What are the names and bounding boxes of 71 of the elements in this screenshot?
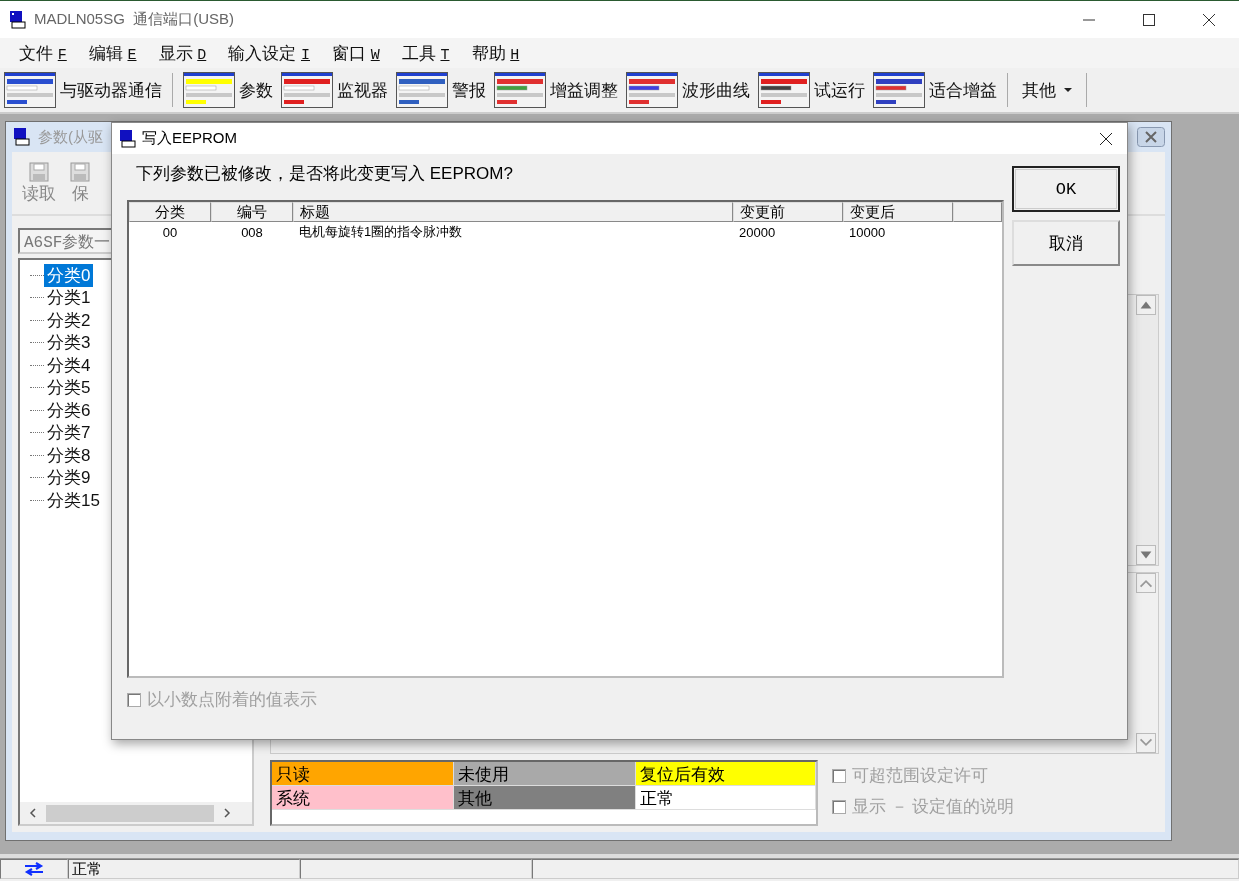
menu-item[interactable]: 帮助 H	[460, 39, 531, 67]
screen-thumbnail-icon	[873, 72, 925, 108]
vertical-scrollbar[interactable]	[1136, 295, 1158, 565]
tree-item[interactable]: 分类3	[44, 331, 94, 355]
menu-item[interactable]: 窗口 W	[321, 39, 391, 67]
column-header[interactable]: 变更后	[843, 202, 953, 222]
column-header[interactable]: 编号	[211, 202, 293, 222]
toolbar-button[interactable]: 监视器	[277, 70, 392, 110]
legend-cell: 正常	[636, 786, 816, 810]
tree-item[interactable]: 分类0	[44, 263, 94, 287]
scroll-up-icon[interactable]	[1136, 295, 1156, 315]
table-cell-text: 00	[161, 224, 179, 240]
table-cell-text: 20000	[738, 224, 777, 240]
toolbar-button[interactable]: 参数	[179, 70, 277, 110]
caret-icon	[1064, 88, 1072, 92]
screen-thumbnail-icon	[281, 72, 333, 108]
toolbar-button[interactable]: 试运行	[754, 70, 869, 110]
window-title: MADLN05SG 通信端口(USB)	[34, 10, 235, 29]
column-header[interactable]: 分类	[129, 202, 211, 222]
menu-item[interactable]: 编辑 E	[77, 39, 148, 67]
menu-item[interactable]: 输入设定 I	[217, 39, 321, 67]
column-header[interactable]	[953, 202, 1002, 222]
screen-thumbnail-icon	[183, 72, 235, 108]
screen-thumbnail-icon	[494, 72, 546, 108]
scroll-up-icon[interactable]	[1136, 573, 1156, 593]
column-header[interactable]: 变更前	[733, 202, 843, 222]
screen-thumbnail-icon	[758, 72, 810, 108]
scrollbar-thumb[interactable]	[46, 804, 214, 822]
tree-item[interactable]: 分类2	[44, 308, 94, 332]
tree-item[interactable]: 分类5	[44, 376, 94, 400]
tree-item[interactable]: 分类1	[44, 286, 94, 310]
ok-button[interactable]: OK	[1012, 166, 1120, 212]
legend-cell: 未使用	[454, 762, 636, 786]
close-icon[interactable]	[1137, 127, 1165, 147]
menu-item[interactable]: 显示 D	[147, 39, 218, 67]
toolbar-button[interactable]: 增益调整	[490, 70, 622, 110]
app-icon	[8, 9, 28, 30]
screen-thumbnail-icon	[4, 72, 56, 108]
toolbar-button[interactable]: 适合增益	[869, 70, 1001, 110]
more-dropdown-button[interactable]: 其他	[1014, 76, 1080, 104]
child-window-title: 参数(从驱	[38, 127, 103, 147]
app-icon	[12, 127, 32, 147]
tree-item[interactable]: 分类7	[44, 421, 94, 445]
legend-cell: 其他	[454, 786, 636, 810]
tree-item[interactable]: 分类15	[44, 488, 103, 512]
tree-item[interactable]: 分类8	[44, 443, 94, 467]
tree-item[interactable]: 分类4	[44, 353, 94, 377]
menu-item[interactable]: 文件 F	[8, 39, 78, 67]
legend-cell: 系统	[272, 786, 454, 810]
dialog-title: 写入EEPROM	[142, 129, 237, 148]
tree-item[interactable]: 分类9	[44, 466, 94, 490]
tree-item[interactable]: 分类6	[44, 398, 94, 422]
table-cell-text: 电机每旋转1圈的指令脉冲数	[298, 223, 464, 241]
table-cell-text: 10000	[848, 224, 887, 240]
scroll-down-icon[interactable]	[1136, 545, 1156, 565]
scroll-down-icon[interactable]	[1136, 733, 1156, 753]
toolbar-button[interactable]: 波形曲线	[622, 70, 754, 110]
column-header[interactable]: 标题	[293, 202, 733, 222]
app-icon	[118, 128, 138, 149]
cancel-button[interactable]: 取消	[1012, 220, 1120, 266]
dialog-message: 下列参数已被修改，是否将此变更写入 EEPROM?	[135, 163, 514, 185]
toolbar-button[interactable]: 警报	[392, 70, 490, 110]
menu-item[interactable]: 工具 T	[390, 39, 461, 67]
status-text: 正常	[68, 859, 300, 879]
screen-thumbnail-icon	[396, 72, 448, 108]
transfer-arrows-icon	[24, 862, 44, 876]
legend-cell: 复位后有效	[636, 762, 816, 786]
table-cell-text: 008	[240, 224, 264, 240]
legend-cell: 只读	[272, 762, 454, 786]
toolbar-button[interactable]: 与驱动器通信	[0, 70, 166, 110]
screen-thumbnail-icon	[626, 72, 678, 108]
